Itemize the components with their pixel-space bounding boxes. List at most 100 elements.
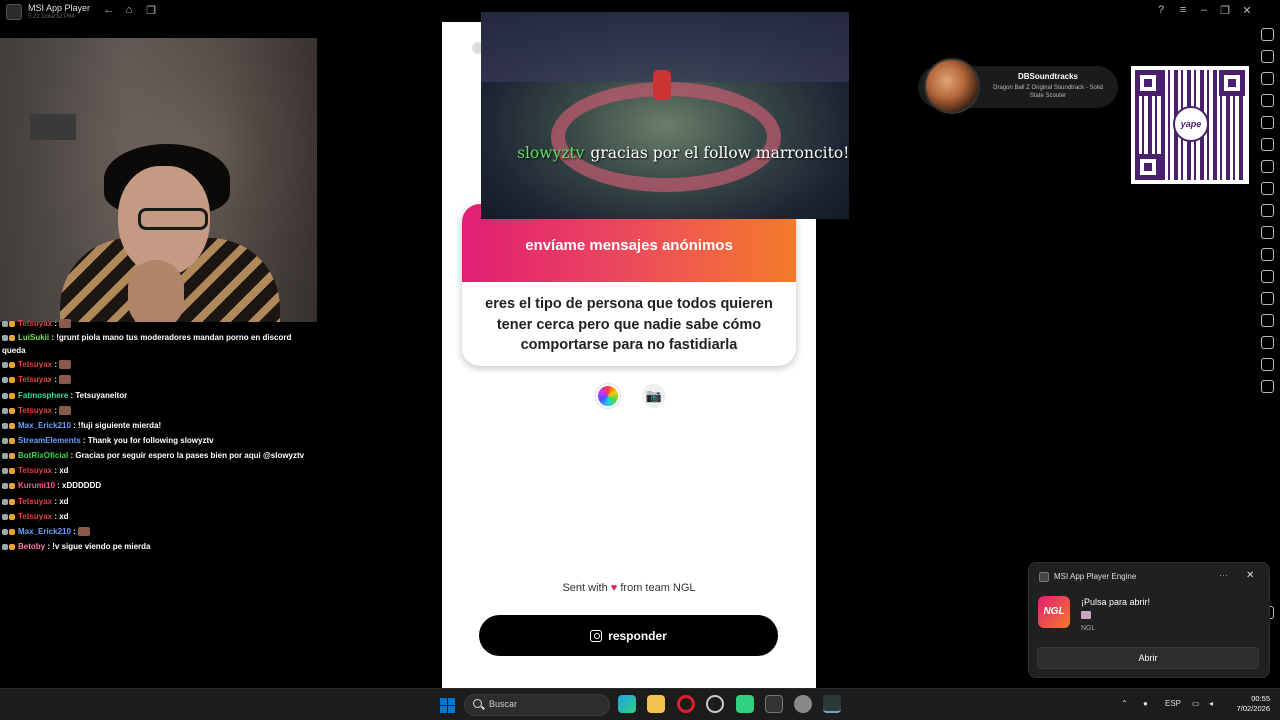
chat-username[interactable]: Tetsuyax <box>18 360 52 369</box>
opera-icon[interactable] <box>677 695 695 713</box>
chat-username[interactable]: Tetsuyax <box>18 497 52 506</box>
chat-emote-icon <box>59 360 72 370</box>
chat-badge-icon <box>2 482 8 489</box>
chat-message: Tetsuyax : <box>2 318 72 330</box>
msi-app-player-icon[interactable] <box>823 695 841 713</box>
more-options-icon[interactable]: ··· <box>1219 570 1228 580</box>
chat-text: : xd <box>52 512 69 521</box>
screenshot-icon[interactable] <box>1261 204 1274 217</box>
chat-username[interactable]: Max_Erick210 <box>18 527 71 536</box>
chat-message: Kurumi10 : xDDDDDD <box>2 480 101 492</box>
app-player-engine-icon <box>1039 572 1049 582</box>
notification-close-icon[interactable]: ✕ <box>1246 570 1254 581</box>
chat-badge-icon <box>2 528 8 535</box>
taskbar: Buscar ⌃ ● ESP ▭ ◂ 00:55 7/02/2026 <box>0 688 1280 720</box>
clock-date: 7/02/2026 <box>1236 704 1270 713</box>
rotate-icon[interactable] <box>1261 380 1274 393</box>
taskbar-search[interactable]: Buscar <box>464 694 610 716</box>
airplane-icon[interactable] <box>1261 270 1274 283</box>
obs-icon[interactable] <box>706 695 724 713</box>
app-player-icon <box>6 4 22 20</box>
chat-text-continued: queda <box>2 346 26 355</box>
volume-icon[interactable] <box>1261 50 1274 63</box>
settings-gear-icon[interactable] <box>794 695 812 713</box>
maximize-icon[interactable]: ❐ <box>1217 4 1233 17</box>
file-explorer-icon[interactable] <box>647 695 665 713</box>
chat-username[interactable]: Tetsuyax <box>18 319 52 328</box>
webcam-feed <box>0 38 317 322</box>
window-version: 5.22 Dolar32 P64 <box>28 14 75 20</box>
color-picker-icon[interactable] <box>596 384 620 408</box>
chat-message: StreamElements : Thank you for following… <box>2 435 214 447</box>
macro-icon[interactable] <box>1261 138 1274 151</box>
notification-emoji-icon <box>1081 611 1091 619</box>
language-indicator[interactable]: ESP <box>1165 699 1181 708</box>
alert-username: slowyztv <box>517 144 585 162</box>
toast-notification[interactable]: MSI App Player Engine ··· ✕ NGL ¡Pulsa p… <box>1028 562 1270 678</box>
chat-username[interactable]: BotRixOficial <box>18 451 68 460</box>
chat-username[interactable]: Fatmosphere <box>18 391 68 400</box>
chat-username[interactable]: Kurumi10 <box>18 481 55 490</box>
menu-icon[interactable]: ≡ <box>1175 4 1191 16</box>
layers-icon[interactable] <box>1261 358 1274 371</box>
chat-text: : xd <box>52 497 69 506</box>
notification-text: ¡Pulsa para abrir! <box>1081 597 1151 607</box>
chat-message: Tetsuyax : <box>2 405 72 417</box>
screen-record-icon[interactable] <box>1261 226 1274 239</box>
chat-text: : xDDDDDD <box>54 481 102 490</box>
back-arrow-icon[interactable]: ← <box>101 4 117 16</box>
chat-badge-icon <box>9 407 15 414</box>
abrir-button[interactable]: Abrir <box>1037 647 1259 669</box>
camera-icon[interactable]: 📷 <box>642 384 666 408</box>
eraser-icon[interactable] <box>1261 314 1274 327</box>
folder-icon[interactable] <box>1261 248 1274 261</box>
app-green-icon[interactable] <box>736 695 754 713</box>
chat-username[interactable]: StreamElements <box>18 436 81 445</box>
chat-badge-icon <box>2 498 8 505</box>
responder-button[interactable]: responder <box>479 615 778 656</box>
gamepad-icon[interactable] <box>1261 94 1274 107</box>
screen: MSI App Player 5.22 Dolar32 P64 ← ⌂ ❐ ? … <box>0 0 1280 720</box>
home-icon[interactable]: ⌂ <box>121 4 137 16</box>
speaker-icon[interactable]: ◂ <box>1209 699 1213 708</box>
chat-username[interactable]: Tetsuyax <box>18 375 52 384</box>
chat-username[interactable]: Betoby <box>18 542 45 551</box>
chat-badge-icon <box>2 376 8 383</box>
fullscreen-icon[interactable] <box>1261 28 1274 41</box>
chat-message: Fatmosphere : Tetsuyaneitor <box>2 390 127 402</box>
performance-icon[interactable] <box>1261 160 1274 173</box>
edge-icon[interactable] <box>618 695 636 713</box>
location-icon[interactable] <box>1261 336 1274 349</box>
epic-games-icon[interactable] <box>765 695 783 713</box>
chat-badge-icon <box>2 320 8 327</box>
keyboard-icon[interactable] <box>1261 72 1274 85</box>
chat-badge-icon <box>2 407 8 414</box>
chat-emote-icon <box>59 375 72 385</box>
minimize-icon[interactable]: – <box>1196 4 1212 16</box>
chat-username[interactable]: LuiSukii <box>18 333 49 342</box>
network-icon[interactable]: ▭ <box>1192 699 1200 708</box>
microphone-icon[interactable]: ● <box>1143 699 1148 708</box>
copy-icon[interactable] <box>1261 292 1274 305</box>
chevron-up-icon[interactable]: ⌃ <box>1121 699 1128 708</box>
chat-message: Betoby : !v sigue viendo pe mierda <box>2 541 150 553</box>
chat-username[interactable]: Tetsuyax <box>18 466 52 475</box>
multi-instance-icon[interactable]: ❐ <box>143 4 159 17</box>
help-icon[interactable]: ? <box>1153 4 1169 16</box>
chat-text: : <box>52 319 60 328</box>
chat-text: : !v sigue viendo pe mierda <box>45 542 151 551</box>
record-icon[interactable] <box>1261 116 1274 129</box>
apk-icon[interactable] <box>1261 182 1274 195</box>
chat-badge-icon <box>2 467 8 474</box>
close-icon[interactable]: ✕ <box>1239 4 1255 17</box>
chat-username[interactable]: Max_Erick210 <box>18 421 71 430</box>
windows-start-icon[interactable] <box>440 698 455 713</box>
chat-badge-icon <box>9 320 15 327</box>
chat-badge-icon <box>9 437 15 444</box>
chat-username[interactable]: Tetsuyax <box>18 406 52 415</box>
chat-badge-icon <box>9 482 15 489</box>
chat-username[interactable]: Tetsuyax <box>18 512 52 521</box>
clock[interactable]: 00:55 7/02/2026 <box>1228 694 1270 714</box>
yape-logo: yape <box>1173 106 1209 142</box>
chat-badge-icon <box>9 498 15 505</box>
